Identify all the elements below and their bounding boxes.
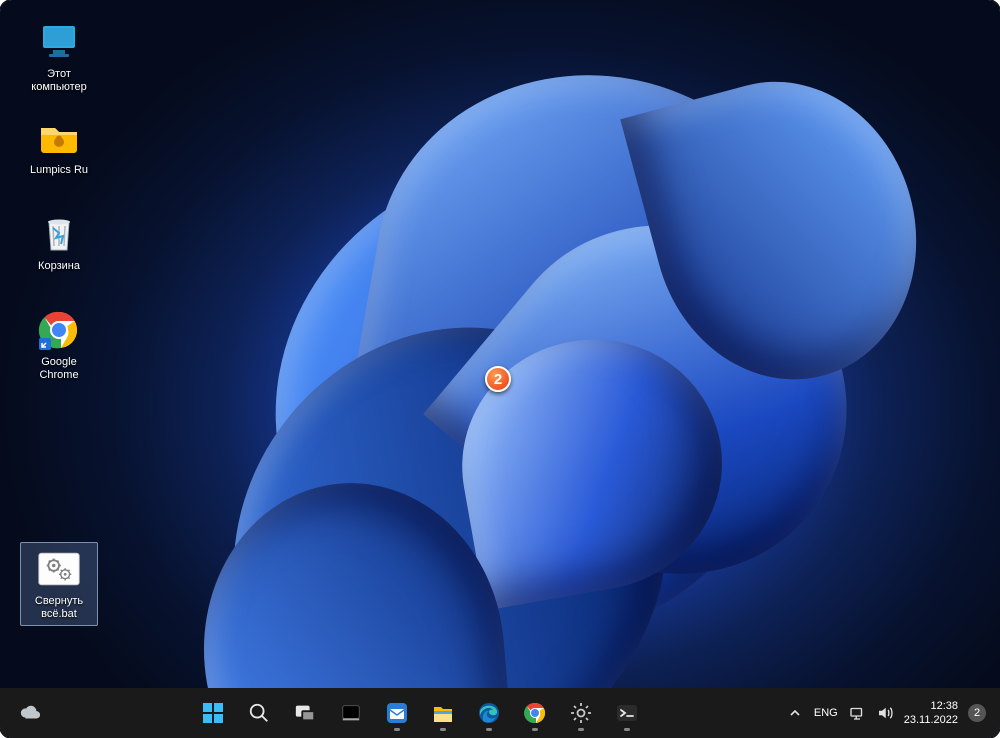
start-button[interactable] [193, 693, 233, 733]
app-button-black[interactable] [331, 693, 371, 733]
icon-label: Lumpics Ru [30, 164, 88, 177]
desktop-icon-lumpics-folder[interactable]: Lumpics Ru [20, 112, 98, 181]
system-tray: ENG 12:38 23.11.2022 2 [780, 699, 1000, 727]
icon-label: Этот компьютер [22, 68, 96, 94]
clock[interactable]: 12:38 23.11.2022 [904, 699, 958, 727]
date-text: 23.11.2022 [904, 713, 958, 727]
desktop-icon-chrome[interactable]: Google Chrome [20, 304, 98, 386]
chrome-browser[interactable] [515, 693, 555, 733]
taskbar-center [60, 693, 780, 733]
desktop-icon-recycle-bin[interactable]: Корзина [20, 208, 98, 277]
desktop-area[interactable]: Этот компьютер Lumpics Ru [0, 0, 1000, 688]
mail-app[interactable] [377, 693, 417, 733]
notifications-count: 2 [974, 707, 980, 719]
language-indicator[interactable]: ENG [814, 707, 838, 719]
file-explorer[interactable] [423, 693, 463, 733]
settings-app[interactable] [561, 693, 601, 733]
annotation-number: 2 [494, 371, 502, 388]
folder-icon [37, 116, 81, 160]
edge-browser[interactable] [469, 693, 509, 733]
search-button[interactable] [239, 693, 279, 733]
volume-icon[interactable] [876, 704, 894, 722]
monitor-icon [37, 20, 81, 64]
icon-label: Google Chrome [22, 356, 96, 382]
time-text: 12:38 [904, 699, 958, 713]
desktop-icon-bat-file[interactable]: Свернуть всё.bat [20, 542, 98, 626]
taskbar: ENG 12:38 23.11.2022 2 [0, 688, 1000, 738]
batch-file-icon [37, 547, 81, 591]
network-icon[interactable] [848, 704, 866, 722]
terminal-app[interactable] [607, 693, 647, 733]
tray-overflow-button[interactable] [786, 704, 804, 722]
notifications-badge[interactable]: 2 [968, 704, 986, 722]
chrome-icon [37, 308, 81, 352]
recycle-bin-icon [37, 212, 81, 256]
desktop-screen: Этот компьютер Lumpics Ru [0, 0, 1000, 738]
icon-label: Свернуть всё.bat [23, 595, 95, 621]
desktop-icon-this-pc[interactable]: Этот компьютер [20, 16, 98, 98]
annotation-badge: 2 [485, 366, 511, 392]
weather-widget[interactable] [10, 693, 50, 733]
icon-label: Корзина [38, 260, 80, 273]
task-view-button[interactable] [285, 693, 325, 733]
